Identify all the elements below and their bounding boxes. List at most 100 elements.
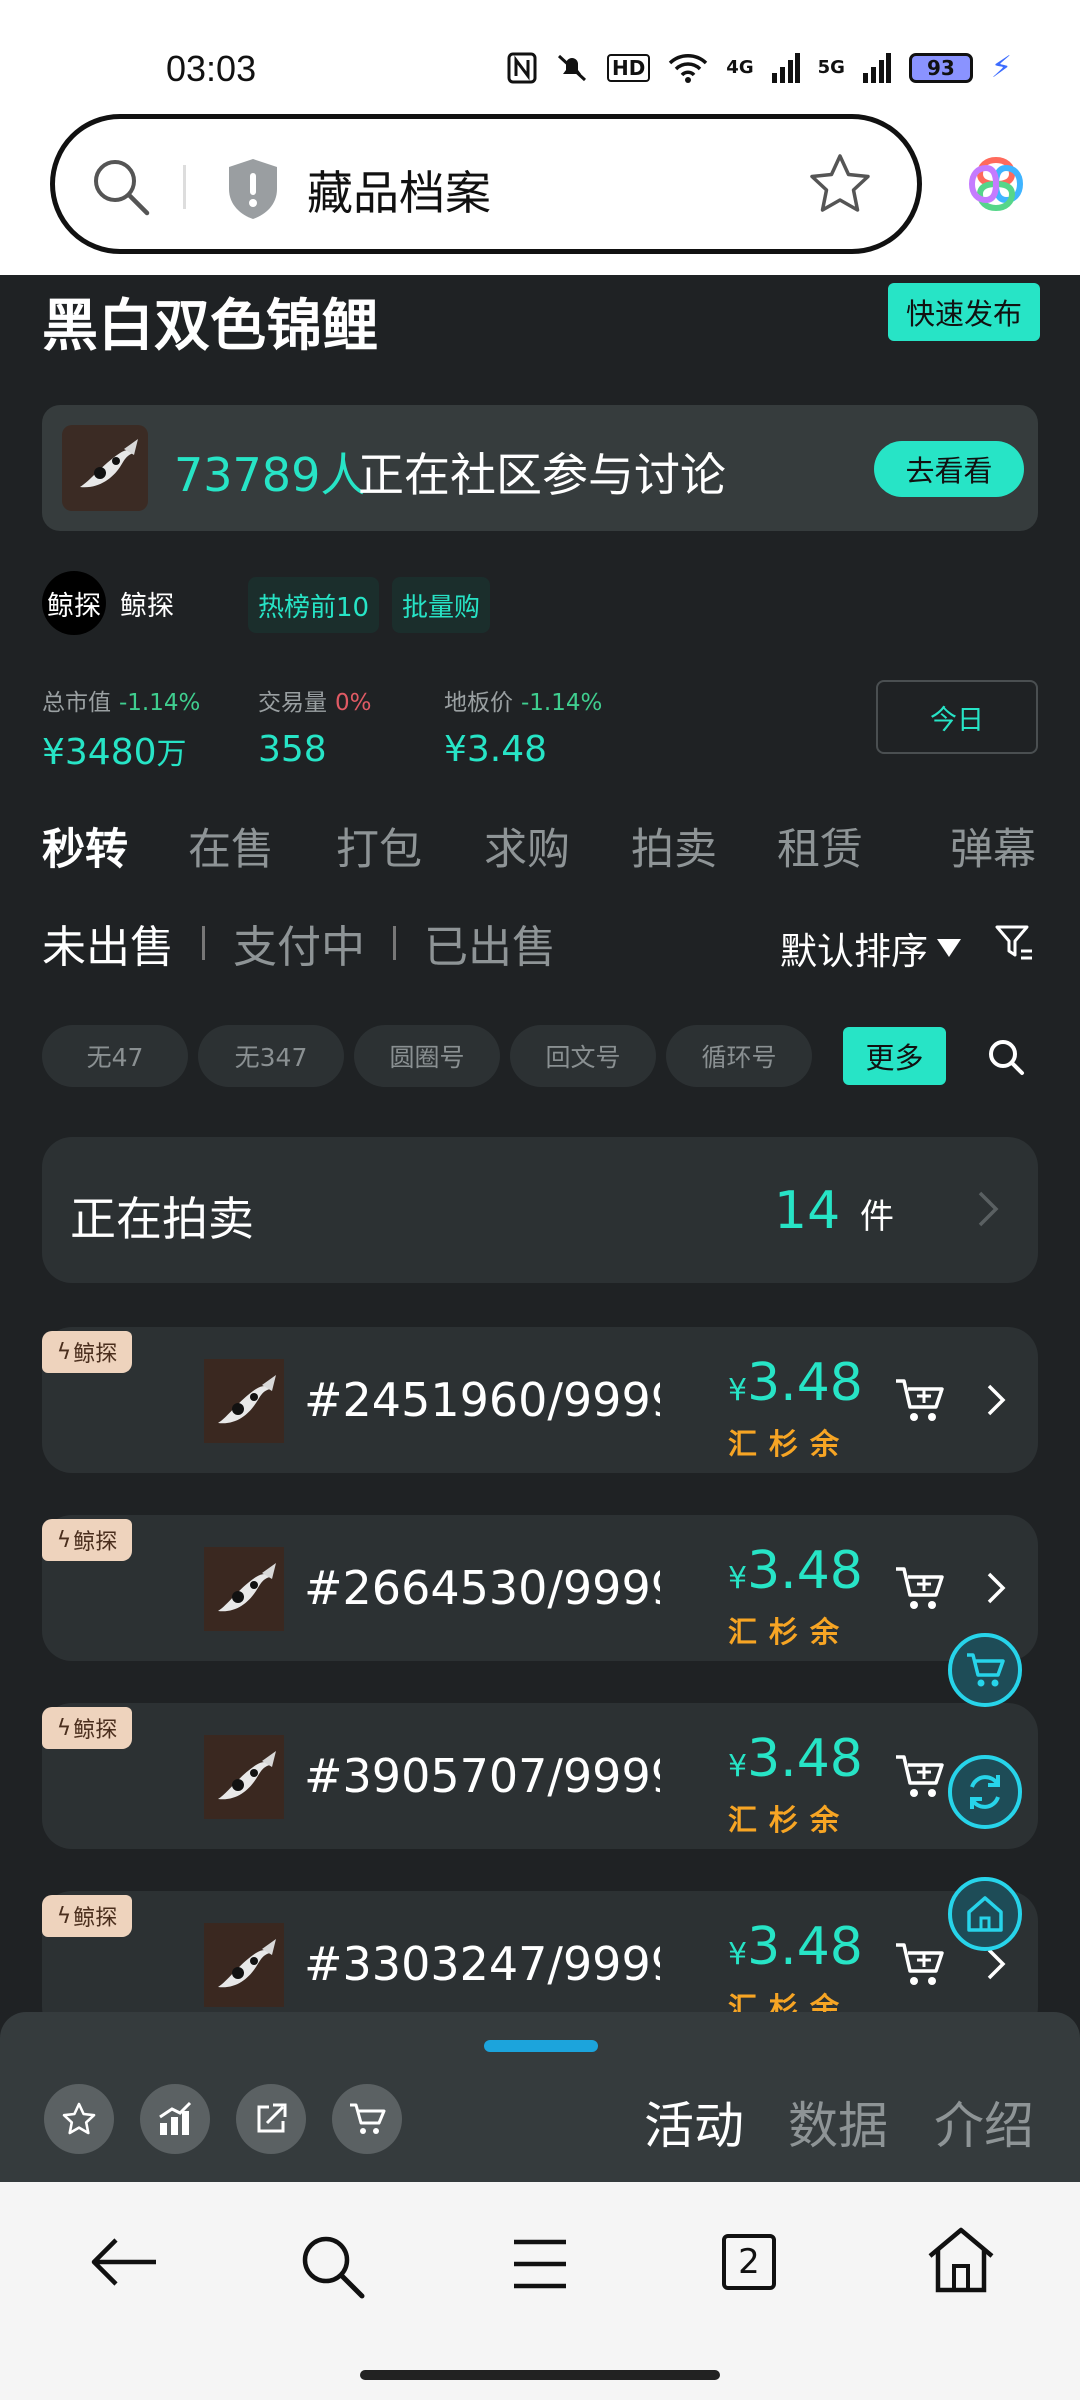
koi-thumbnail: [62, 425, 148, 511]
status-sold[interactable]: 已出售: [424, 911, 556, 975]
tabs-count-button[interactable]: 2: [722, 2234, 776, 2290]
favorite-button[interactable]: [44, 2084, 114, 2154]
auction-label: 正在拍卖: [70, 1192, 254, 1246]
koi-thumbnail: [204, 1547, 284, 1631]
status-icons: HD 4G 5G 93 ⚡: [507, 50, 1012, 85]
panel-tab-data[interactable]: 数据: [788, 2086, 888, 2158]
stat-volume: 交易量 0% 358: [258, 683, 372, 770]
stat-value: ¥3480: [42, 732, 157, 773]
signal-4g-icon: [771, 52, 800, 83]
listing-item[interactable]: ϟ 鲸探 #3905707/9999 ¥3.48 汇杉余: [42, 1703, 1038, 1849]
issuer-name[interactable]: 鲸探: [120, 584, 174, 623]
floating-home-button[interactable]: [948, 1877, 1022, 1951]
badge-label: 鲸探: [73, 1718, 118, 1743]
chevron-right-icon[interactable]: [986, 1383, 1006, 1417]
issuer[interactable]: 鲸探 鲸探: [42, 571, 174, 635]
signal-4g-label: 4G: [726, 57, 754, 78]
menu-icon[interactable]: [512, 2238, 568, 2290]
stat-floor-price: 地板价 -1.14% ¥3.48: [444, 683, 602, 770]
tag-hot-top10[interactable]: 热榜前10: [248, 577, 380, 633]
share-button[interactable]: [236, 2084, 306, 2154]
stat-change: -1.14%: [119, 690, 201, 716]
bookmark-star-icon[interactable]: [807, 151, 873, 217]
gesture-bar[interactable]: [360, 2370, 720, 2380]
status-paying[interactable]: 支付中: [233, 911, 365, 975]
today-button[interactable]: 今日: [876, 680, 1038, 754]
caret-down-icon: [937, 939, 961, 957]
tab-wanted[interactable]: 求购: [484, 815, 570, 877]
status-divider: [393, 926, 396, 960]
community-banner[interactable]: 73789人 正在社区参与讨论 去看看: [42, 405, 1038, 531]
tab-bundle[interactable]: 打包: [336, 815, 422, 877]
listing-item[interactable]: ϟ 鲸探 #2664530/9999 ¥3.48 汇杉余: [42, 1515, 1038, 1661]
add-to-cart-icon[interactable]: [894, 1565, 946, 1611]
stat-change: -1.14%: [521, 690, 603, 716]
badge-label: 鲸探: [73, 1530, 118, 1555]
add-to-cart-icon[interactable]: [894, 1753, 946, 1799]
filter-icon[interactable]: [994, 923, 1034, 963]
item-price: ¥3.48: [728, 1541, 863, 1601]
lightning-icon: ϟ: [56, 1715, 72, 1741]
stat-value: 358: [258, 729, 327, 770]
search-icon[interactable]: [986, 1037, 1026, 1077]
browser-nav-bar: 2: [0, 2182, 1080, 2400]
chip-no-47[interactable]: 无47: [42, 1025, 188, 1087]
battery-icon: 93: [908, 52, 973, 83]
stat-market-cap: 总市值 -1.14% ¥3480万: [42, 683, 200, 773]
quick-publish-button[interactable]: 快速发布: [888, 283, 1040, 341]
shield-warning-icon[interactable]: [225, 157, 281, 221]
address-title: 藏品档案: [307, 166, 491, 220]
add-to-cart-icon[interactable]: [894, 1941, 946, 1987]
status-time: 03:03: [166, 48, 257, 89]
currency-symbol: ¥: [728, 1937, 748, 1972]
search-icon[interactable]: [298, 2232, 366, 2300]
issuer-badge: ϟ 鲸探: [42, 1331, 132, 1373]
back-arrow-icon[interactable]: [88, 2232, 160, 2292]
listing-item[interactable]: ϟ 鲸探 #3303247/9999 ¥3.48 汇杉余: [42, 1891, 1038, 2015]
search-icon[interactable]: [89, 155, 151, 217]
chevron-right-icon[interactable]: [986, 1947, 1006, 1981]
badge-label: 鲸探: [73, 1342, 118, 1367]
tag-bulk-buy[interactable]: 批量购: [392, 577, 491, 633]
chevron-right-icon[interactable]: [986, 1571, 1006, 1605]
badge-label: 鲸探: [73, 1906, 118, 1931]
chip-cycle-number[interactable]: 循环号: [666, 1025, 812, 1087]
price-value: 3.48: [747, 1541, 863, 1601]
chip-circle-number[interactable]: 圆圈号: [354, 1025, 500, 1087]
panel-tab-activity[interactable]: 活动: [644, 2086, 744, 2158]
chip-palindrome-number[interactable]: 回文号: [510, 1025, 656, 1087]
tab-danmaku[interactable]: 弹幕: [950, 815, 1036, 877]
issuer-badge: ϟ 鲸探: [42, 1519, 132, 1561]
tab-auction[interactable]: 拍卖: [631, 815, 717, 877]
panel-tab-intro[interactable]: 介绍: [934, 2086, 1034, 2158]
listing-item[interactable]: ϟ 鲸探 #2451960/9999 ¥3.48 汇杉余: [42, 1327, 1038, 1473]
drag-handle[interactable]: [484, 2040, 598, 2052]
community-text: 正在社区参与讨论: [358, 448, 726, 502]
status-unsold[interactable]: 未出售: [42, 911, 174, 975]
cart-button[interactable]: [332, 2084, 402, 2154]
address-separator: [183, 165, 186, 209]
address-bar[interactable]: 藏品档案: [50, 114, 922, 254]
stat-label: 地板价: [444, 690, 513, 716]
currency-symbol: ¥: [728, 1373, 748, 1408]
trend-button[interactable]: [140, 2084, 210, 2154]
tab-on-sale[interactable]: 在售: [188, 815, 274, 877]
floating-cart-button[interactable]: [948, 1633, 1022, 1707]
go-look-button[interactable]: 去看看: [874, 441, 1024, 497]
tab-instant-transfer[interactable]: 秒转: [42, 815, 128, 877]
status-divider: [202, 926, 205, 960]
auction-banner[interactable]: 正在拍卖 14 件: [42, 1137, 1038, 1283]
issuer-avatar[interactable]: 鲸探: [42, 571, 106, 635]
cart-icon: [350, 2103, 386, 2134]
serial-number: #3905707/9999: [304, 1749, 660, 1803]
sort-dropdown[interactable]: 默认排序: [780, 921, 962, 975]
more-button[interactable]: 更多: [843, 1027, 946, 1085]
home-icon[interactable]: [926, 2226, 996, 2294]
tab-rental[interactable]: 租赁: [777, 815, 863, 877]
browser-logo-icon[interactable]: [964, 152, 1028, 216]
chip-no-347[interactable]: 无347: [198, 1025, 344, 1087]
chart-trend-icon: [159, 2101, 192, 2135]
mute-icon: [557, 54, 586, 81]
floating-refresh-button[interactable]: [948, 1755, 1022, 1829]
add-to-cart-icon[interactable]: [894, 1377, 946, 1423]
